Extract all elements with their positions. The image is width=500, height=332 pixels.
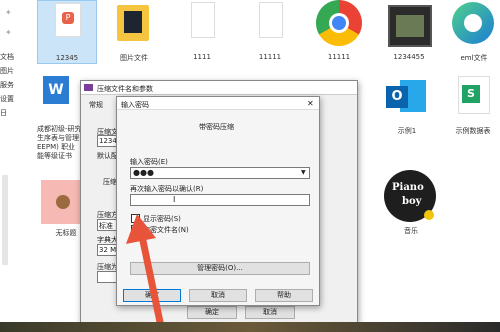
file-item[interactable]: 11111	[241, 0, 299, 62]
confirm-password-input[interactable]: I	[130, 194, 310, 206]
music-album-icon: Piano boy	[384, 170, 436, 222]
file-label: 图片文件	[120, 54, 148, 62]
album-text: boy	[402, 196, 422, 207]
wallpaper-strip	[0, 322, 500, 332]
field-value: 标准	[99, 222, 113, 230]
password-dialog: 输入密码 ✕ 带密码压缩 输入密码(E) ●●● ▼ 再次输入密码以确认(R) …	[116, 96, 320, 306]
encrypt-filenames-checkbox[interactable]	[131, 225, 140, 234]
word-document-icon: W	[43, 76, 69, 104]
file-item[interactable]: S 示例数据表	[446, 72, 500, 138]
help-button[interactable]: 帮助	[255, 289, 313, 302]
chrome-icon	[316, 0, 362, 46]
image-thumbnail-icon	[41, 180, 85, 224]
spreadsheet-icon: S	[458, 76, 490, 114]
manage-passwords-button[interactable]: 管理密码(O)...	[130, 262, 310, 275]
quick-item[interactable]: 文档	[0, 52, 14, 62]
outlook-icon: O	[386, 76, 426, 116]
file-item[interactable]: 图片文件	[105, 0, 163, 62]
file-label: 示例1	[397, 127, 417, 135]
ok-button[interactable]: 确定	[187, 306, 237, 319]
file-item[interactable]: eml文件	[448, 0, 500, 62]
quick-item[interactable]: 图片	[0, 66, 14, 76]
text-cursor-icon: I	[173, 195, 176, 204]
title-bar: 压缩文件名和参数	[81, 81, 357, 95]
file-item[interactable]: 1111	[173, 0, 231, 62]
archive-format-label: 压缩	[103, 178, 117, 186]
pin-icon: ✦	[5, 28, 12, 37]
folder-icon	[117, 5, 149, 41]
show-password-checkbox[interactable]	[131, 214, 140, 223]
edge-icon	[452, 2, 494, 44]
password-input[interactable]: ●●● ▼	[130, 167, 310, 179]
password-mask: ●●●	[133, 168, 154, 177]
tab-general[interactable]: 常规	[89, 100, 103, 110]
dialog-heading: 带密码压缩	[199, 123, 234, 131]
pin-icon: ✦	[5, 8, 12, 17]
file-label: 12345	[55, 54, 79, 62]
file-label: 11111	[327, 53, 351, 61]
file-label: 音乐	[404, 227, 418, 235]
password-label: 输入密码(E)	[130, 158, 168, 166]
file-label: 1111	[193, 53, 211, 61]
dialog-title: 输入密码	[121, 101, 149, 109]
quick-item[interactable]: 设置	[0, 94, 14, 104]
file-label: 能等级证书	[37, 152, 72, 160]
quick-item[interactable]: 服务	[0, 80, 14, 90]
confirm-password-label: 再次输入密码以确认(R)	[130, 185, 204, 193]
video-file-icon	[388, 5, 432, 47]
file-item[interactable]: O 示例1	[378, 72, 436, 138]
album-text: Piano	[392, 182, 424, 193]
file-item[interactable]: 1234455	[378, 0, 440, 62]
quick-item[interactable]: 日	[0, 108, 7, 118]
show-password-label: 显示密码(S)	[143, 215, 181, 223]
file-item[interactable]: P 12345	[37, 0, 97, 64]
ok-button[interactable]: 确定	[123, 289, 181, 302]
quick-access-pane: ✦ ✦ 文档 图片 服务 设置 日	[0, 0, 20, 332]
pdf-file-icon: P	[55, 3, 81, 37]
file-label: 11111	[258, 53, 282, 61]
winrar-icon	[84, 84, 93, 91]
document-icon	[259, 2, 283, 38]
title-bar: 输入密码 ✕	[117, 97, 319, 110]
file-item[interactable]: Piano boy 音乐	[378, 170, 444, 240]
scrollbar[interactable]	[2, 175, 8, 265]
close-icon[interactable]: ✕	[307, 99, 314, 108]
document-icon	[191, 2, 215, 38]
file-label: 1234455	[393, 53, 425, 61]
cancel-button[interactable]: 取消	[189, 289, 247, 302]
file-item[interactable]: 11111	[310, 0, 368, 62]
cancel-button[interactable]: 取消	[245, 306, 295, 319]
encrypt-filenames-label: 加密文件名(N)	[143, 226, 189, 234]
dialog-title: 压缩文件名和参数	[97, 85, 153, 93]
file-label: eml文件	[460, 54, 488, 62]
chevron-down-icon[interactable]: ▼	[301, 169, 306, 176]
file-label: 示例数据表	[455, 127, 491, 135]
